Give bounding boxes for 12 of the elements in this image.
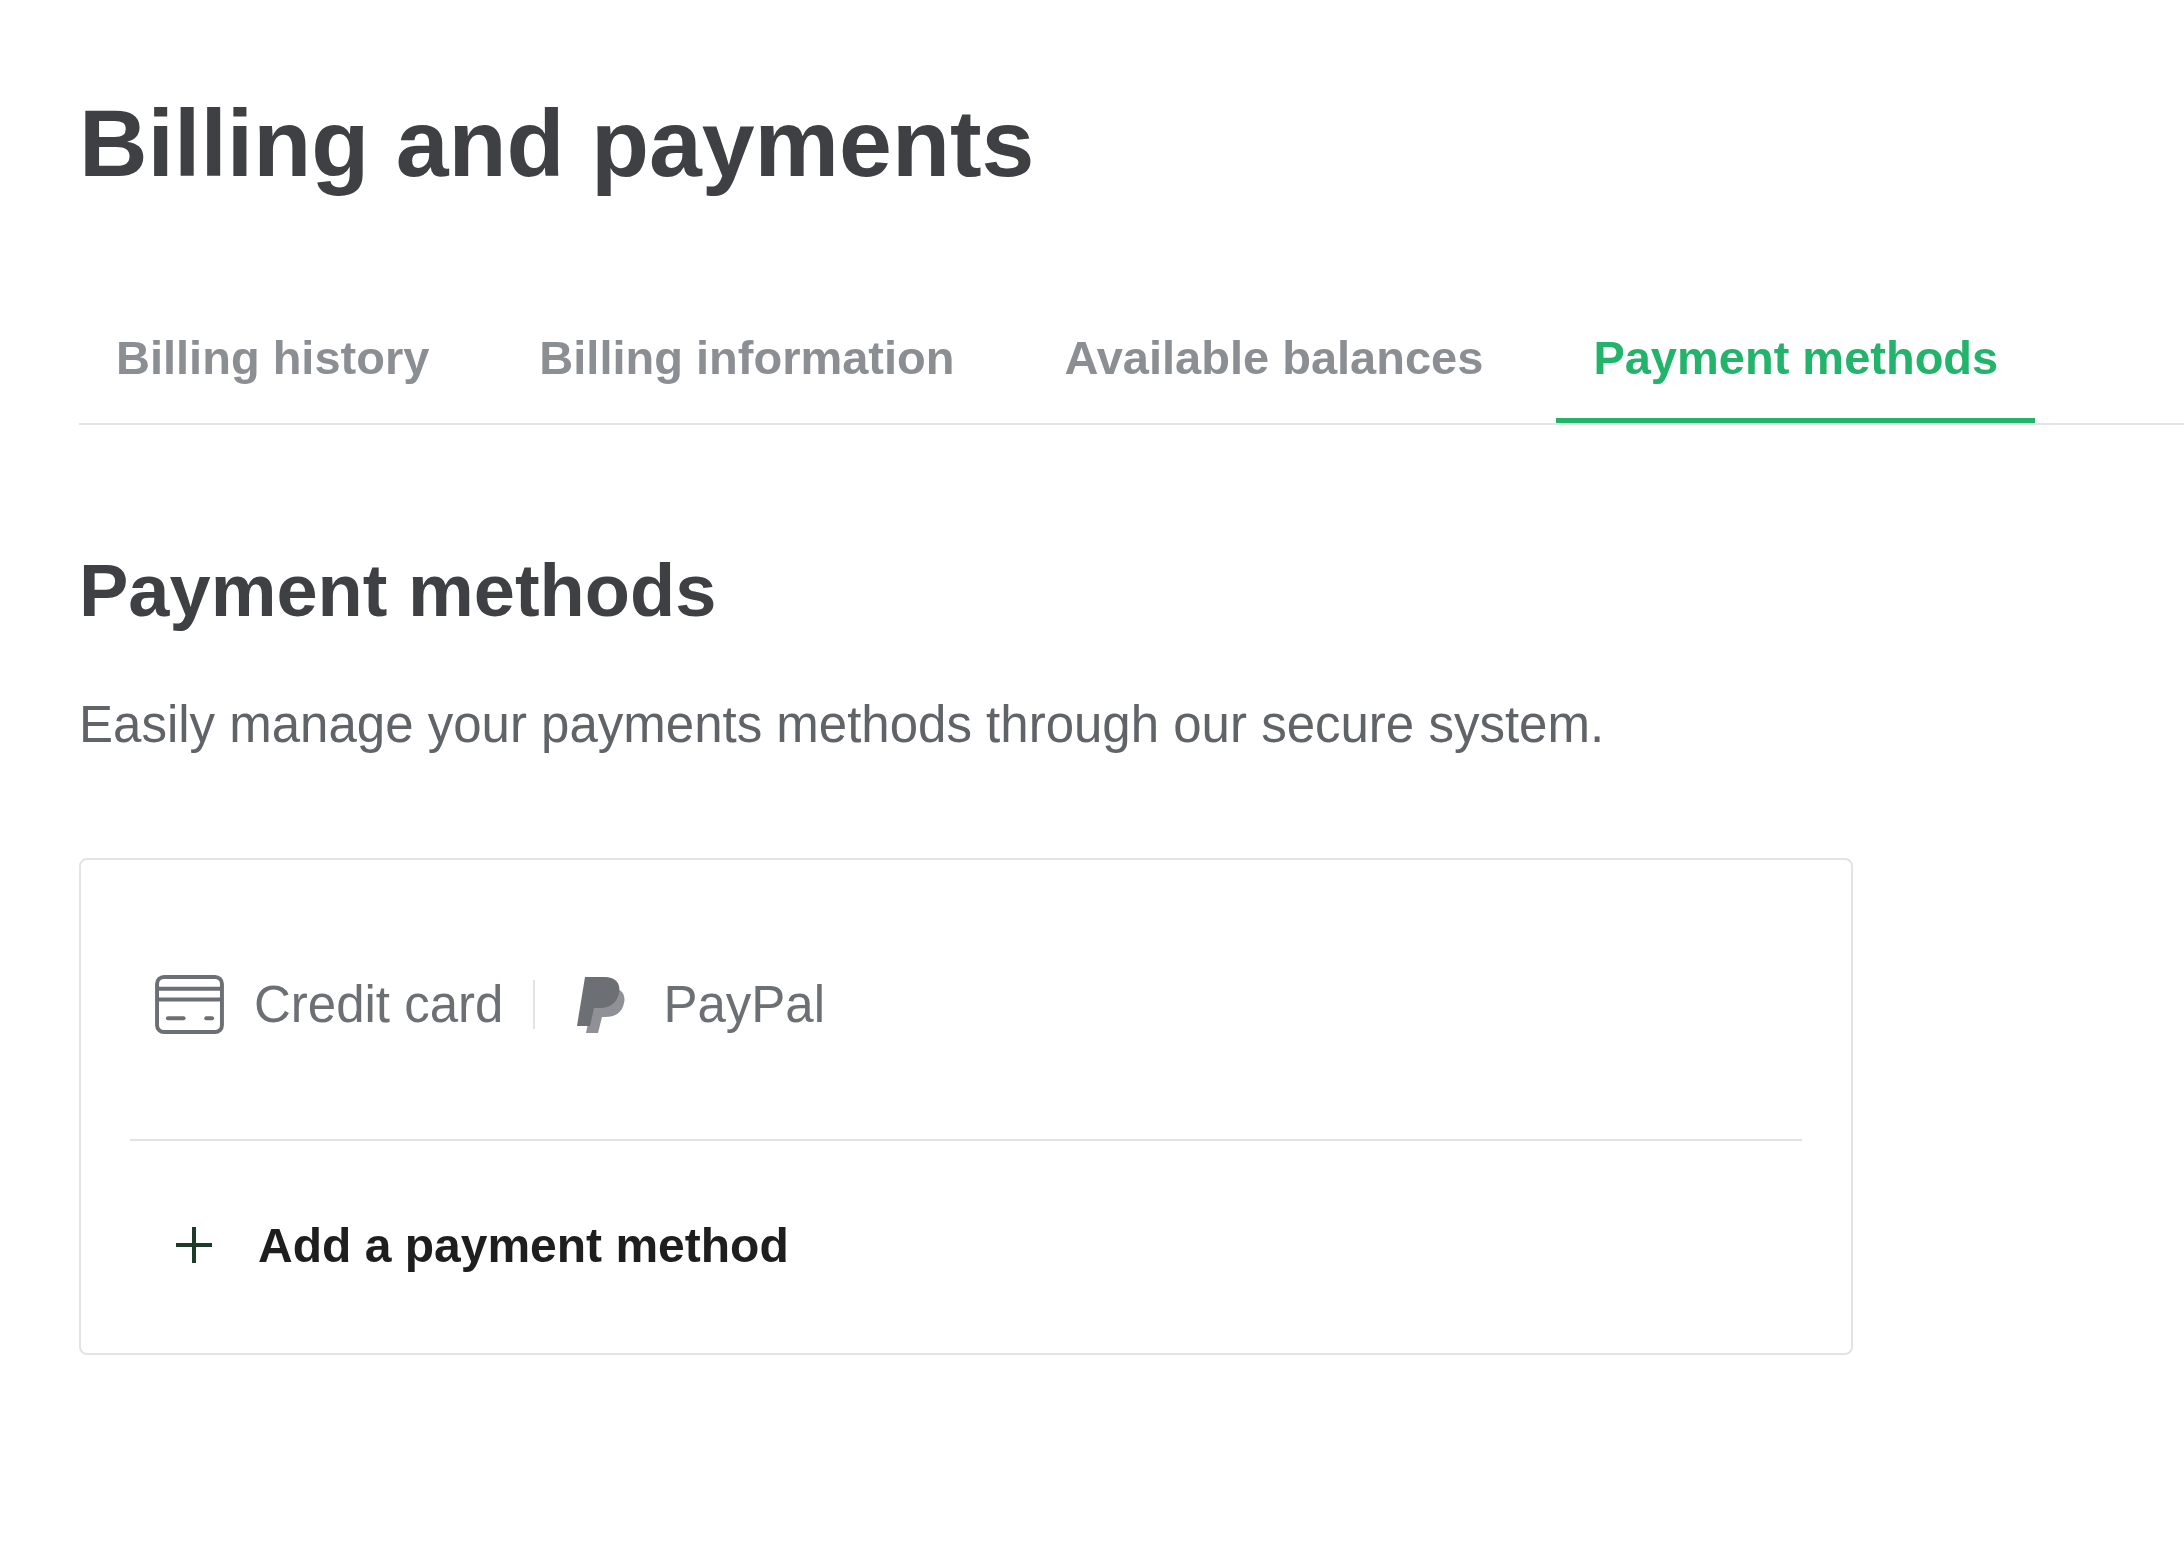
credit-card-icon	[155, 975, 224, 1035]
plus-icon	[175, 1226, 213, 1265]
tab[interactable]: Billing information	[502, 330, 992, 424]
tab[interactable]: Payment methods	[1556, 330, 2036, 424]
section-heading: Payment methods	[79, 548, 718, 635]
tab[interactable]: Billing history	[79, 330, 467, 424]
payment-option[interactable]: PayPal	[575, 974, 825, 1036]
payment-option[interactable]: Credit card	[155, 974, 504, 1036]
add-payment-method-button[interactable]: Add a payment method	[175, 1216, 789, 1275]
tab[interactable]: Available balances	[1027, 330, 1521, 424]
section-description: Easily manage your payments methods through our secure system.	[79, 695, 1606, 756]
page-title: Billing and payments	[79, 89, 1036, 198]
